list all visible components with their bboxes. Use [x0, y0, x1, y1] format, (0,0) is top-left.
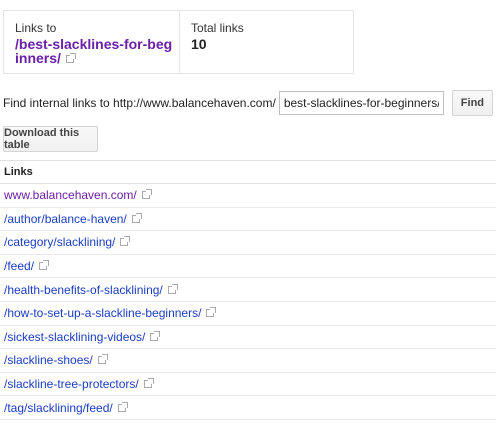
- total-links-value: 10: [191, 36, 207, 52]
- summary-box: Links to /best-slacklines-for-beg inners…: [3, 10, 354, 74]
- link-url[interactable]: /health-benefits-of-slacklining/: [4, 283, 163, 297]
- link-url[interactable]: /how-to-set-up-a-slackline-beginners/: [4, 306, 201, 320]
- find-input[interactable]: [278, 91, 444, 115]
- total-links-caption: Total links: [191, 21, 244, 35]
- table-row: /slackline-shoes/: [0, 349, 496, 373]
- find-label: Find internal links to http://www.balanc…: [3, 96, 276, 110]
- table-row: /sickest-slacklining-videos/: [0, 326, 496, 350]
- links-to-caption: Links to: [15, 21, 57, 35]
- link-url[interactable]: /slackline-shoes/: [4, 353, 93, 367]
- links-to-target-line1: /best-slacklines-for-beg: [15, 36, 173, 52]
- links-to-target-link[interactable]: /best-slacklines-for-beg inners/: [15, 37, 179, 65]
- table-row: /feed/: [0, 255, 496, 279]
- external-link-icon[interactable]: [167, 283, 178, 294]
- links-table: Links www.balancehaven.com/ /author/balan…: [0, 160, 496, 420]
- external-link-icon[interactable]: [150, 330, 161, 341]
- link-url[interactable]: /feed/: [4, 259, 34, 273]
- links-to-target-line2: inners/: [15, 50, 61, 66]
- table-row: /how-to-set-up-a-slackline-beginners/: [0, 302, 496, 326]
- table-row: /author/balance-haven/: [0, 208, 496, 232]
- find-row: Find internal links to http://www.balanc…: [3, 90, 493, 116]
- external-link-icon[interactable]: [143, 378, 154, 389]
- link-url[interactable]: /tag/slacklining/feed/: [4, 401, 113, 415]
- table-row: www.balancehaven.com/: [0, 184, 496, 208]
- external-link-icon[interactable]: [141, 189, 152, 200]
- link-url[interactable]: www.balancehaven.com/: [4, 188, 137, 202]
- find-button[interactable]: Find: [451, 90, 493, 116]
- external-link-icon[interactable]: [131, 212, 142, 223]
- table-row: /slackline-tree-protectors/: [0, 373, 496, 397]
- external-link-icon[interactable]: [97, 354, 108, 365]
- external-link-icon[interactable]: [65, 53, 76, 64]
- table-row: /category/slacklining/: [0, 231, 496, 255]
- link-url[interactable]: /category/slacklining/: [4, 235, 115, 249]
- table-row: /tag/slacklining/feed/: [0, 396, 496, 420]
- download-table-button[interactable]: Download this table: [3, 126, 98, 152]
- external-link-icon[interactable]: [39, 260, 50, 271]
- table-row: /health-benefits-of-slacklining/: [0, 278, 496, 302]
- link-url[interactable]: /author/balance-haven/: [4, 212, 127, 226]
- external-link-icon[interactable]: [206, 307, 217, 318]
- external-link-icon[interactable]: [120, 236, 131, 247]
- links-to-cell: Links to /best-slacklines-for-beg inners…: [4, 11, 180, 73]
- external-link-icon[interactable]: [117, 401, 128, 412]
- link-url[interactable]: /sickest-slacklining-videos/: [4, 330, 145, 344]
- table-body: www.balancehaven.com/ /author/balance-hav…: [0, 184, 496, 420]
- table-header-links: Links: [0, 160, 496, 184]
- link-url[interactable]: /slackline-tree-protectors/: [4, 377, 139, 391]
- total-links-cell: Total links 10: [180, 11, 244, 73]
